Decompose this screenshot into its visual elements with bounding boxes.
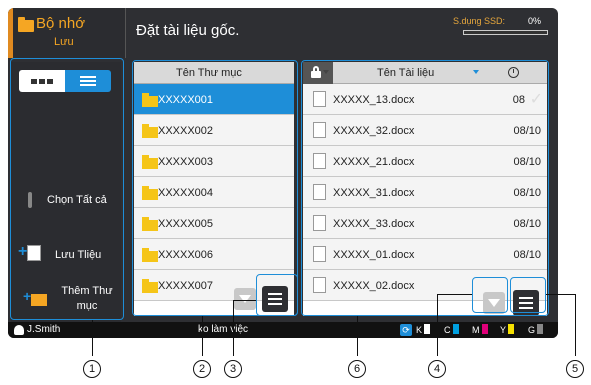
status-bar: J.Smith ko làm việc ⟳ K C M Y G: [8, 322, 558, 338]
user-name: J.Smith: [27, 324, 61, 335]
folder-icon: [18, 17, 34, 32]
ink-level-m: M: [472, 324, 488, 335]
callout-number-5: 5: [566, 360, 584, 378]
ssd-usage-label: S.dụng SSD:: [453, 16, 506, 26]
callout-leader-6: [357, 316, 358, 356]
callout-bracket-left-panel: [10, 58, 124, 320]
tab-accent: [8, 8, 13, 58]
tab-title: Bộ nhớ: [36, 15, 86, 32]
callout-bracket-document-menu: [510, 277, 546, 313]
callout-leader-3: [233, 300, 234, 356]
screen-title: Đặt tài liệu gốc.: [136, 22, 240, 39]
callout-number-2: 2: [193, 360, 211, 378]
callout-bracket-scroll: [472, 277, 508, 313]
callout-leader-4-h: [437, 294, 472, 295]
ssd-usage-value: 0%: [528, 16, 542, 26]
callout-number-3: 3: [224, 360, 242, 378]
ink-level-c: C: [444, 324, 459, 335]
callout-leader-4: [437, 294, 438, 356]
ssd-usage-bar: [463, 30, 548, 35]
ink-level-g: G: [528, 324, 544, 335]
callout-number-4: 4: [428, 360, 446, 378]
storage-tab[interactable]: Bộ nhớ Lưu: [8, 8, 126, 58]
callout-bracket-folder-menu: [256, 274, 298, 316]
machine-status: ko làm việc: [198, 324, 249, 335]
tab-subtitle: Lưu: [54, 36, 74, 48]
ink-level-y: Y: [500, 324, 515, 335]
callout-leader-2: [202, 316, 203, 356]
link-icon[interactable]: ⟳: [400, 324, 412, 336]
callout-leader-5-h: [546, 294, 575, 295]
callout-leader-1: [92, 320, 93, 356]
callout-leader-3-h: [233, 300, 256, 301]
ink-level-k: K: [416, 324, 431, 335]
callout-number-6: 6: [348, 360, 366, 378]
callout-leader-5: [575, 294, 576, 356]
callout-number-1: 1: [83, 360, 101, 378]
user-icon: [14, 325, 24, 335]
